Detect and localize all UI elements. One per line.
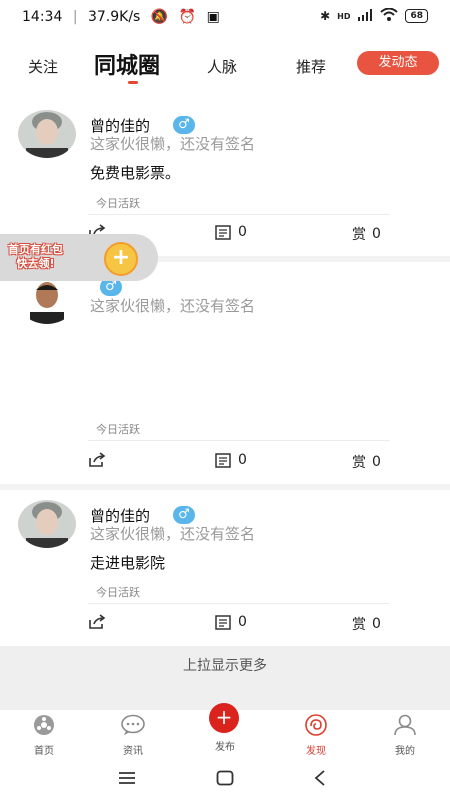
divider bbox=[88, 214, 390, 215]
red-packet-banner[interactable]: 首页有红包 快去领! + bbox=[0, 234, 158, 281]
comment-icon bbox=[215, 225, 231, 240]
red-packet-line1: 首页有红包 bbox=[8, 243, 63, 256]
comment-icon bbox=[215, 453, 231, 468]
tab-recommend[interactable]: 推荐 bbox=[296, 56, 326, 77]
male-icon: ♂ bbox=[173, 506, 195, 524]
avatar[interactable] bbox=[18, 500, 76, 548]
comment-button[interactable]: 0 bbox=[215, 614, 247, 630]
share-button[interactable] bbox=[88, 614, 106, 630]
active-tab-indicator bbox=[128, 81, 138, 84]
coin-plus-icon[interactable]: + bbox=[104, 242, 138, 276]
load-more-hint[interactable]: 上拉显示更多 bbox=[0, 646, 450, 710]
nav-profile-label: 我的 bbox=[395, 746, 415, 757]
post-content: 走进电影院 bbox=[90, 554, 166, 572]
top-nav: 关注 同城圈 人脉 推荐 发动态 bbox=[0, 40, 450, 90]
red-packet-line2: 快去领! bbox=[16, 257, 55, 270]
bottom-nav: 首页 资讯 + 发布 发现 我的 bbox=[0, 703, 450, 760]
system-nav bbox=[0, 760, 450, 800]
comment-button[interactable]: 0 bbox=[215, 224, 247, 240]
reward-count: 0 bbox=[372, 226, 381, 242]
menu-icon[interactable] bbox=[118, 771, 136, 785]
reward-count: 0 bbox=[372, 616, 381, 632]
nav-home-label: 首页 bbox=[34, 746, 54, 757]
network-label: HD bbox=[337, 11, 351, 21]
share-icon bbox=[89, 452, 106, 467]
signature: 这家伙很懒，还没有签名 bbox=[90, 297, 256, 315]
signal-icon bbox=[357, 8, 373, 24]
publish-icon[interactable]: + bbox=[209, 703, 239, 733]
nav-news[interactable]: 资讯 bbox=[103, 714, 163, 757]
alarm-icon: ⏰ bbox=[178, 9, 197, 25]
back-icon[interactable] bbox=[314, 770, 326, 786]
comment-count: 0 bbox=[238, 614, 247, 630]
status-right: ✱ HD 68 bbox=[320, 7, 428, 24]
reward-button[interactable]: 赏 0 bbox=[352, 452, 381, 472]
home-icon bbox=[34, 715, 54, 735]
status-speed: 37.9K/s bbox=[87, 9, 141, 25]
status-bar: 14:34 | 37.9K/s 🔕 ⏰ ▣ ✱ HD 68 bbox=[0, 0, 450, 36]
chat-icon bbox=[121, 714, 145, 735]
comment-count: 0 bbox=[238, 452, 247, 468]
wifi-icon bbox=[380, 7, 399, 24]
post-card[interactable]: 曾的佳的 ♂ 这家伙很懒，还没有签名 走进电影院 今日活跃 0 赏 0 bbox=[0, 490, 450, 646]
signature: 这家伙很懒，还没有签名 bbox=[90, 135, 256, 153]
status-time: 14:34 bbox=[22, 9, 63, 25]
nav-home[interactable]: 首页 bbox=[14, 714, 74, 757]
activity-status: 今日活跃 bbox=[96, 586, 140, 599]
tab-connections[interactable]: 人脉 bbox=[207, 56, 237, 77]
nav-profile[interactable]: 我的 bbox=[375, 714, 435, 757]
signature: 这家伙很懒，还没有签名 bbox=[90, 525, 256, 543]
nav-discover-label: 发现 bbox=[306, 746, 326, 757]
red-packet-text: 首页有红包 快去领! bbox=[8, 243, 63, 271]
tab-follow[interactable]: 关注 bbox=[28, 56, 58, 77]
reward-button[interactable]: 赏 0 bbox=[352, 224, 381, 244]
post-card[interactable]: 曾的佳的 ♂ 这家伙很懒，还没有签名 免费电影票。 今日活跃 0 赏 0 bbox=[0, 98, 450, 256]
nav-discover[interactable]: 发现 bbox=[286, 714, 346, 757]
comment-button[interactable]: 0 bbox=[215, 452, 247, 468]
divider bbox=[88, 440, 390, 441]
avatar[interactable] bbox=[18, 110, 76, 158]
divider bbox=[88, 603, 390, 604]
reward-button[interactable]: 赏 0 bbox=[352, 614, 381, 634]
nfc-icon: ▣ bbox=[206, 9, 220, 25]
reward-count: 0 bbox=[372, 454, 381, 470]
comment-icon bbox=[215, 615, 231, 630]
battery-indicator: 68 bbox=[405, 9, 428, 23]
discover-icon bbox=[305, 714, 327, 736]
mute-icon: 🔕 bbox=[150, 9, 169, 25]
avatar[interactable] bbox=[18, 276, 76, 324]
activity-status: 今日活跃 bbox=[96, 197, 140, 210]
nav-news-label: 资讯 bbox=[123, 746, 143, 757]
tab-local-circle[interactable]: 同城圈 bbox=[94, 48, 160, 80]
nav-publish-label[interactable]: 发布 bbox=[195, 738, 255, 753]
reward-label: 赏 bbox=[352, 227, 366, 243]
share-button[interactable] bbox=[88, 452, 106, 468]
home-square-icon[interactable] bbox=[216, 770, 234, 786]
reward-label: 赏 bbox=[352, 455, 366, 471]
post-dynamic-button[interactable]: 发动态 bbox=[357, 51, 439, 75]
post-card[interactable]: ♂ 这家伙很懒，还没有签名 今日活跃 0 赏 0 bbox=[0, 262, 450, 484]
share-icon bbox=[89, 614, 106, 629]
bluetooth-icon: ✱ bbox=[320, 9, 331, 23]
activity-status: 今日活跃 bbox=[96, 423, 140, 436]
post-content: 免费电影票。 bbox=[90, 164, 181, 182]
status-left: 14:34 | 37.9K/s 🔕 ⏰ ▣ bbox=[22, 9, 220, 25]
profile-icon bbox=[394, 714, 416, 736]
male-icon: ♂ bbox=[173, 116, 195, 134]
reward-label: 赏 bbox=[352, 617, 366, 633]
comment-count: 0 bbox=[238, 224, 247, 240]
